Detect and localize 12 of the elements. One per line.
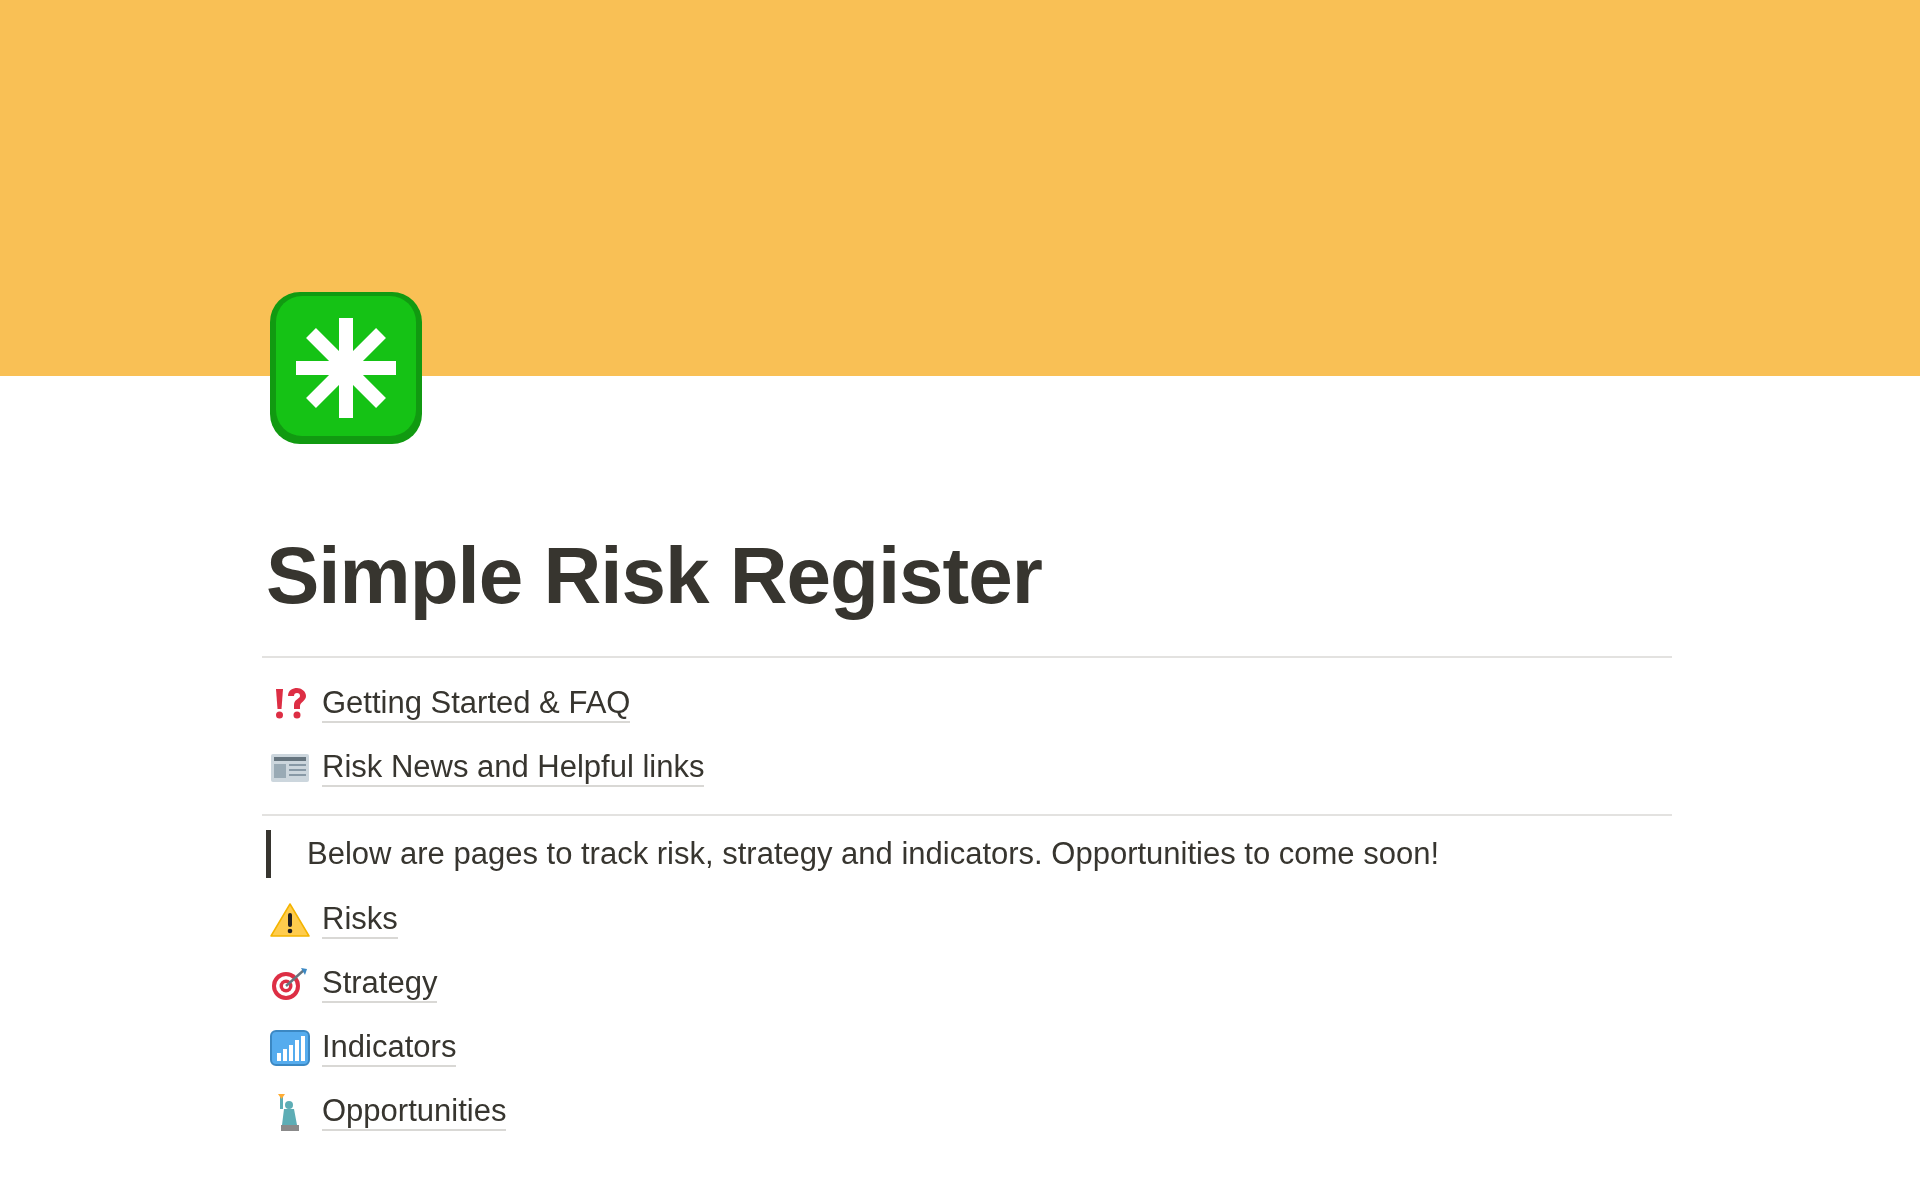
target-dart-icon <box>270 966 310 1002</box>
asterisk-icon <box>268 290 424 446</box>
warning-icon <box>270 902 310 938</box>
page-link[interactable]: Risk News and Helpful links <box>322 749 705 787</box>
page-link[interactable]: Indicators <box>322 1029 457 1067</box>
bar-chart-icon <box>270 1030 310 1066</box>
page-link[interactable]: Getting Started & FAQ <box>322 685 631 723</box>
page-title: Simple Risk Register <box>266 530 1043 622</box>
page-link[interactable]: Opportunities <box>322 1093 507 1131</box>
quote-text: Below are pages to track risk, strategy and indicators. Opportunities to come soon! <box>266 830 1672 878</box>
page-link[interactable]: Strategy <box>322 965 438 1003</box>
page-link[interactable]: Risks <box>322 901 398 939</box>
